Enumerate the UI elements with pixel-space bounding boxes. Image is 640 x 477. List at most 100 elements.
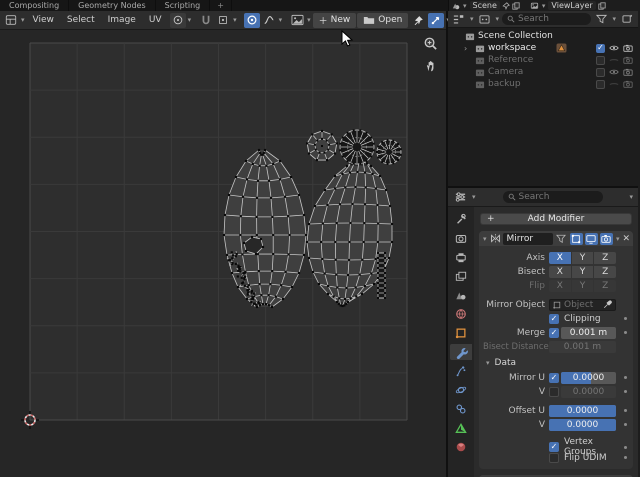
chevron-down-icon[interactable]: ▾ (306, 16, 312, 24)
selectability-checkbox[interactable] (596, 55, 605, 65)
new-collection-button[interactable] (619, 12, 635, 27)
eye-icon[interactable] (609, 56, 619, 64)
copy-icon[interactable] (598, 1, 606, 10)
tab-output[interactable] (450, 249, 472, 265)
bisect-x-button[interactable]: X (549, 265, 571, 278)
mirror-v-checkbox[interactable] (549, 386, 559, 397)
outliner-row-camera[interactable]: Camera (448, 66, 638, 78)
eyedropper-icon[interactable] (603, 300, 612, 309)
snap-magnet-icon[interactable] (198, 13, 214, 28)
render-camera-icon[interactable] (623, 68, 633, 76)
bisect-distance-field[interactable]: 0.001 m (549, 340, 616, 353)
falloff-curve-button[interactable] (261, 13, 277, 28)
chevron-down-icon[interactable]: ▾ (471, 193, 477, 201)
properties-editor-type-button[interactable] (452, 190, 468, 205)
expand-icon[interactable]: › (464, 44, 472, 53)
uv-canvas[interactable] (0, 30, 446, 477)
tab-geometry-nodes[interactable]: Geometry Nodes (69, 0, 156, 11)
tab-particles[interactable] (450, 363, 472, 379)
tab-view-layer[interactable] (450, 268, 472, 284)
offset-u-slider[interactable]: 0.0000 (549, 404, 616, 417)
outliner-row-reference[interactable]: Reference (448, 54, 638, 66)
tab-scene[interactable] (450, 287, 472, 303)
mirror-u-checkbox[interactable]: ✓ (549, 372, 559, 383)
editor-type-button[interactable] (3, 13, 19, 28)
menu-image[interactable]: Image (102, 15, 142, 25)
add-modifier-button[interactable]: + Add Modifier (480, 213, 632, 225)
chevron-down-icon[interactable]: ▾ (278, 16, 284, 24)
chevron-down-icon[interactable]: ▾ (462, 2, 468, 10)
tab-tool[interactable] (450, 211, 472, 227)
merge-value-field[interactable]: 0.001 m (561, 326, 616, 339)
mirror-modifier-header[interactable]: ▾ Mirror ▾ ✕ (479, 231, 633, 246)
tab-constraints[interactable] (450, 401, 472, 417)
chevron-down-icon[interactable]: ▾ (232, 16, 238, 24)
tab-world[interactable] (450, 306, 472, 322)
tab-scripting[interactable]: Scripting (156, 0, 211, 11)
new-image-button[interactable]: ＋ New (312, 12, 357, 28)
chevron-down-icon[interactable]: ▾ (20, 16, 26, 24)
pin-icon[interactable] (502, 1, 510, 10)
bisect-y-button[interactable]: Y (571, 265, 594, 278)
selectability-checkbox[interactable] (596, 79, 605, 89)
proportional-editing-button[interactable] (243, 12, 260, 28)
menu-uv[interactable]: UV (143, 15, 168, 25)
show-in-editmode-off-icon[interactable] (555, 233, 568, 245)
outliner-row-workspace[interactable]: › workspace ✓ (448, 42, 638, 54)
chevron-down-icon[interactable]: ▾ (495, 15, 501, 23)
bisect-z-button[interactable]: Z (594, 265, 617, 278)
clipping-checkbox[interactable]: ✓ (549, 313, 559, 324)
selectability-checkbox[interactable] (596, 67, 605, 77)
chevron-down-icon[interactable]: ▾ (469, 15, 475, 23)
selectability-checkbox[interactable]: ✓ (596, 43, 605, 53)
offset-v-slider[interactable]: 0.0000 (549, 418, 616, 431)
eye-icon[interactable] (609, 80, 619, 88)
chevron-down-icon[interactable]: ▾ (628, 193, 634, 201)
axis-y-button[interactable]: Y (571, 251, 594, 264)
axis-z-button[interactable]: Z (594, 251, 617, 264)
menu-select[interactable]: Select (61, 15, 101, 25)
copy-icon[interactable] (512, 1, 520, 10)
render-camera-icon[interactable] (623, 44, 633, 52)
tab-compositing[interactable]: Compositing (0, 0, 70, 11)
menu-view[interactable]: View (27, 15, 60, 25)
uv-viewport[interactable] (0, 30, 446, 477)
gizmos-toggle-button[interactable] (428, 12, 445, 28)
show-realtime-icon[interactable] (584, 232, 598, 245)
merge-checkbox[interactable]: ✓ (549, 327, 559, 338)
axis-x-button[interactable]: X (549, 251, 571, 264)
outliner-row-scene-collection[interactable]: Scene Collection (448, 30, 638, 42)
scene-selector[interactable]: Scene (469, 1, 500, 10)
properties-search[interactable]: Search (502, 191, 603, 203)
flip-x-button[interactable]: X (549, 279, 571, 292)
display-mode-button[interactable] (451, 12, 467, 27)
tab-material[interactable] (450, 439, 472, 455)
pin-image-button[interactable] (410, 13, 426, 28)
open-image-button[interactable]: Open (357, 12, 409, 28)
eye-icon[interactable] (609, 44, 619, 52)
flip-y-button[interactable]: Y (571, 279, 594, 292)
tab-object-data[interactable] (450, 420, 472, 436)
tab-render[interactable] (450, 230, 472, 246)
show-render-icon[interactable] (599, 232, 613, 245)
extras-chevron-icon[interactable]: ▾ (615, 235, 621, 243)
outliner-search[interactable]: Search (502, 13, 592, 25)
filter-funnel-button[interactable] (593, 12, 609, 27)
show-on-cage-icon[interactable] (569, 232, 583, 245)
modifier-name-field[interactable]: Mirror (502, 232, 553, 245)
chevron-down-icon[interactable]: ▾ (541, 2, 547, 10)
render-camera-icon[interactable] (623, 56, 633, 64)
collapse-chevron-icon[interactable]: ▾ (482, 235, 488, 243)
chevron-down-icon[interactable]: ▾ (187, 16, 193, 24)
tab-physics[interactable] (450, 382, 472, 398)
image-icon[interactable] (289, 13, 305, 28)
viewlayer-selector[interactable]: ViewLayer (548, 1, 596, 10)
outliner-row-backup[interactable]: backup (448, 78, 638, 90)
vertex-groups-checkbox[interactable]: ✓ (549, 442, 559, 452)
mirror-v-slider[interactable]: 0.0000 (561, 385, 616, 398)
chevron-down-icon[interactable]: ▾ (611, 15, 617, 23)
mirror-object-field[interactable]: Object (549, 298, 616, 311)
snap-target-button[interactable] (215, 13, 231, 28)
flip-udim-checkbox[interactable] (549, 452, 559, 463)
pivot-point-button[interactable] (169, 12, 186, 28)
